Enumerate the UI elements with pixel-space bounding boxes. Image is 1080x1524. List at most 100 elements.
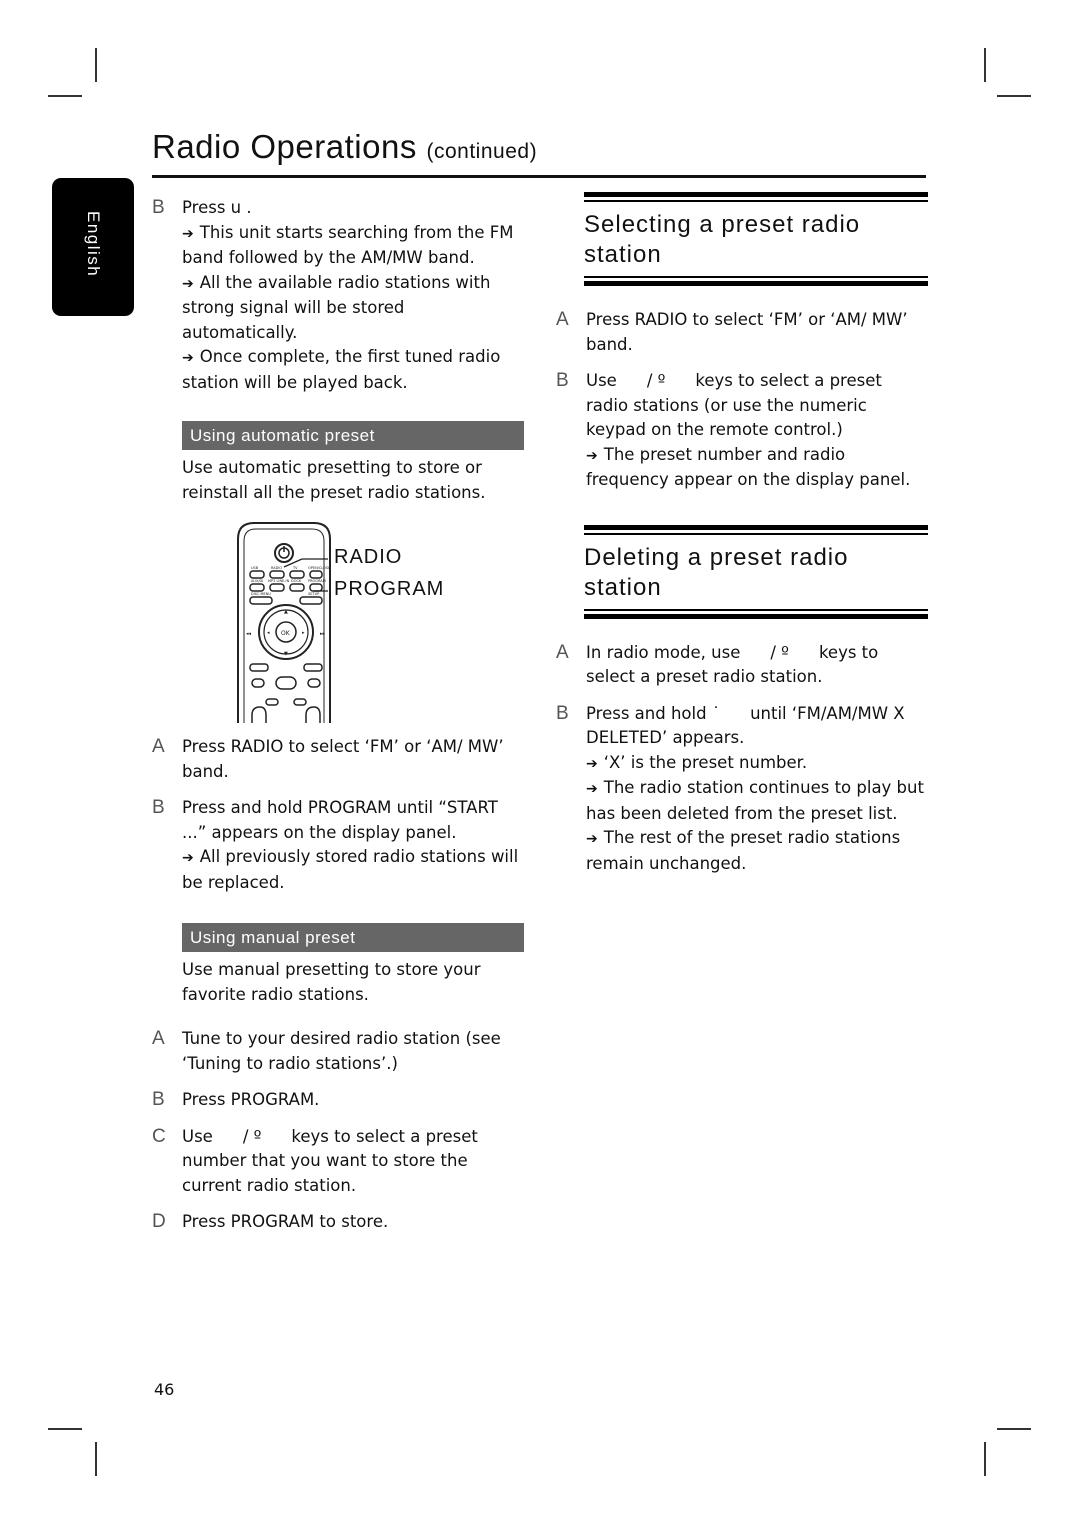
svg-text:SETUP: SETUP: [308, 592, 319, 596]
auto-step-a: A Press RADIO to select ‘FM’ or ‘AM/ MW’…: [152, 735, 524, 784]
prev-next-keys-icon: / º: [770, 642, 789, 662]
step-text: Press RADIO to select ‘FM’ or ‘AM/ MW’ b…: [182, 737, 504, 781]
step-letter: A: [556, 309, 569, 330]
step-letter: B: [152, 197, 165, 218]
step-text: Press u .: [182, 198, 252, 217]
arrow-right-icon: ➔: [586, 781, 598, 797]
language-label: English: [84, 211, 103, 278]
rule: [584, 276, 928, 278]
step-text: Press PROGRAM.: [182, 1090, 320, 1109]
step-letter: C: [152, 1125, 166, 1147]
page-title-main: Radio Operations: [152, 128, 417, 165]
svg-text:OPEN/CLOSE: OPEN/CLOSE: [308, 566, 330, 570]
program-callout-label: PROGRAM: [334, 578, 445, 600]
crop-mark: [95, 48, 97, 82]
svg-text:TV: TV: [292, 566, 298, 570]
crop-mark: [48, 1428, 82, 1430]
step-b-press: B Press u . ➔ This unit starts searching …: [152, 196, 524, 395]
prev-next-keys-icon: / º: [242, 1126, 262, 1146]
arrow-right-icon: ➔: [182, 275, 194, 292]
step-letter: D: [152, 1211, 166, 1232]
arrow-right-icon: ➔: [586, 831, 598, 847]
crop-mark: [984, 1442, 986, 1476]
step-result: ➔ Once complete, the first tuned radio st…: [182, 347, 501, 392]
delete-step-b: B Press and hold ˙ until ‘FM/AM/MW X DELE…: [556, 702, 928, 877]
svg-text:AUX/DI: AUX/DI: [251, 579, 263, 583]
step-text: Press RADIO to select ‘FM’ or ‘AM/ MW’ b…: [586, 310, 908, 354]
svg-text:◂◂: ◂◂: [246, 631, 252, 637]
manual-preset-heading: Using manual preset: [182, 923, 524, 952]
crop-mark: [984, 48, 986, 82]
selecting-section-title: Selecting a preset radio station: [584, 211, 861, 268]
radio-callout-label: RADIO: [334, 546, 403, 568]
delete-step-a: A In radio mode, use / º keys to select a …: [556, 641, 928, 690]
step-result: ➔ The rest of the preset radio stations r…: [586, 828, 901, 873]
remote-control-illustration: USB RADIO TV OPEN/CLOSE AUX/DI MP3 LINE-IN DO…: [208, 519, 524, 723]
rule: [584, 524, 928, 530]
language-tab: English: [52, 178, 134, 316]
page-number: 46: [154, 1380, 175, 1399]
step-result: ➔ The preset number and radio frequency a…: [586, 444, 911, 490]
step-letter: B: [152, 797, 165, 818]
step-text: Tune to your desired radio station (see …: [182, 1029, 501, 1073]
ok-button-label: OK: [281, 630, 291, 637]
deleting-section-header: Deleting a preset radio station: [556, 524, 928, 619]
step-result: ➔ All previously stored radio stations wi…: [182, 847, 519, 892]
arrow-right-icon: ➔: [586, 447, 598, 464]
manual-preset-intro: Use manual presetting to store your favo…: [182, 960, 481, 1004]
prev-next-keys-icon: / º: [646, 371, 666, 390]
manual-step-a: A Tune to your desired radio station (se…: [152, 1027, 524, 1076]
step-text: Use / º keys to select a preset radio stat…: [586, 371, 882, 439]
svg-text:MP3 LINE-IN: MP3 LINE-IN: [268, 579, 290, 583]
svg-text:▸▸: ▸▸: [320, 631, 326, 637]
arrow-right-icon: ➔: [182, 350, 194, 366]
right-column: Selecting a preset radio station A Press…: [556, 192, 928, 876]
step-text: Press and hold PROGRAM until “START ...”…: [182, 798, 498, 842]
step-text: In radio mode, use / º keys to select a pr…: [586, 642, 879, 687]
step-letter: A: [152, 736, 165, 757]
crop-mark: [48, 95, 82, 97]
select-step-a: A Press RADIO to select ‘FM’ or ‘AM/ MW’…: [556, 308, 928, 357]
title-rule: [152, 175, 926, 178]
step-letter: B: [152, 1089, 165, 1110]
step-text: Use / º keys to select a preset number tha…: [182, 1126, 478, 1195]
manual-step-b: B Press PROGRAM.: [152, 1088, 524, 1113]
step-letter: A: [556, 641, 569, 663]
svg-text:PROGRAM: PROGRAM: [308, 579, 326, 583]
step-result: ➔ ‘X’ is the preset number.: [586, 752, 808, 772]
auto-preset-intro: Use automatic presetting to store or rei…: [182, 458, 486, 502]
crop-mark: [95, 1442, 97, 1476]
step-letter: B: [556, 702, 569, 724]
step-letter: B: [556, 370, 569, 391]
arrow-right-icon: ➔: [182, 850, 194, 866]
rule: [584, 192, 928, 197]
crop-mark: [997, 1428, 1031, 1430]
rule: [584, 608, 928, 611]
deleting-section-title: Deleting a preset radio station: [584, 543, 849, 601]
svg-text:RADIO: RADIO: [271, 566, 282, 570]
page-title-suffix: (continued): [426, 140, 538, 163]
svg-text:USB: USB: [251, 566, 259, 570]
arrow-right-icon: ➔: [586, 755, 598, 772]
step-text: Press PROGRAM to store.: [182, 1212, 389, 1231]
select-step-b: B Use / º keys to select a preset radio st…: [556, 369, 928, 493]
arrow-right-icon: ➔: [182, 225, 194, 242]
step-result: ➔ All the available radio stations with s…: [182, 272, 491, 342]
manual-step-d: D Press PROGRAM to store.: [152, 1210, 524, 1235]
step-letter: A: [152, 1028, 165, 1049]
step-result: ➔ The radio station continues to play but…: [586, 778, 924, 823]
svg-text:DOCK: DOCK: [291, 579, 302, 583]
step-result: ➔ This unit starts searching from the FM …: [182, 222, 514, 268]
page-title: Radio Operations (continued): [152, 128, 537, 166]
crop-mark: [997, 95, 1031, 97]
step-text: Press and hold ˙ until ‘FM/AM/MW X DELETE…: [586, 703, 905, 748]
selecting-section-header: Selecting a preset radio station: [556, 192, 928, 286]
auto-step-b: B Press and hold PROGRAM until “START ..…: [152, 796, 524, 895]
manual-step-c: C Use / º keys to select a preset number t…: [152, 1125, 524, 1199]
svg-text:▲: ▲: [284, 609, 288, 615]
auto-preset-heading: Using automatic preset: [182, 421, 524, 450]
stop-key-icon: ˙: [711, 703, 721, 723]
svg-text:DISC MENU: DISC MENU: [251, 592, 271, 596]
svg-text:▼: ▼: [284, 651, 288, 657]
left-column: B Press u . ➔ This unit starts searching …: [152, 196, 524, 1235]
